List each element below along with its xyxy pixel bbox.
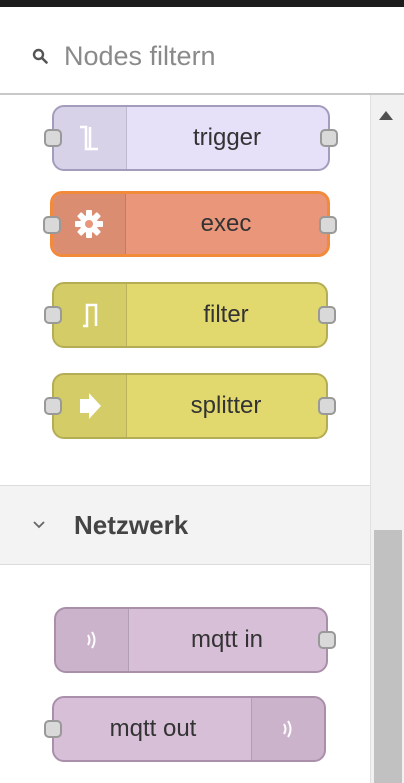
palette-node-filter[interactable]: filter bbox=[44, 282, 336, 348]
arrow-right-icon bbox=[54, 375, 127, 437]
input-port bbox=[43, 216, 61, 234]
scrollbar-thumb[interactable] bbox=[374, 530, 402, 783]
trigger-icon bbox=[54, 107, 127, 169]
filter-bar bbox=[0, 7, 404, 95]
palette-node-mqtt-in[interactable]: mqtt in bbox=[54, 607, 336, 673]
bridge-icon bbox=[56, 609, 129, 671]
top-border bbox=[0, 0, 404, 7]
gear-icon bbox=[53, 194, 126, 254]
input-port bbox=[44, 397, 62, 415]
palette-frame: trigger bbox=[0, 0, 404, 783]
output-port bbox=[318, 306, 336, 324]
search-icon bbox=[32, 48, 48, 64]
palette-node-splitter[interactable]: splitter bbox=[44, 373, 336, 439]
output-port bbox=[318, 397, 336, 415]
nodes-filter-input[interactable] bbox=[64, 39, 364, 73]
input-port bbox=[44, 720, 62, 738]
palette-node-trigger[interactable]: trigger bbox=[44, 105, 338, 171]
node-palette: trigger exec filter splitter Netzwerk mq… bbox=[0, 95, 370, 783]
output-port bbox=[320, 129, 338, 147]
filter-icon bbox=[54, 284, 127, 346]
palette-node-mqtt-out[interactable]: mqtt out bbox=[44, 696, 326, 762]
node-label: filter bbox=[203, 301, 249, 328]
input-port bbox=[44, 306, 62, 324]
node-label: mqtt in bbox=[190, 626, 264, 653]
output-port bbox=[318, 631, 336, 649]
netzwerk-category-content: mqtt in mqtt out bbox=[0, 565, 370, 783]
bridge-icon bbox=[251, 698, 324, 760]
chevron-down-icon bbox=[33, 521, 45, 529]
node-label: mqtt out bbox=[109, 715, 197, 742]
node-label: exec bbox=[200, 210, 252, 237]
input-port bbox=[44, 129, 62, 147]
function-category-content: trigger exec filter splitter bbox=[0, 95, 370, 485]
node-label: trigger bbox=[192, 124, 262, 151]
palette-scrollbar[interactable] bbox=[370, 95, 404, 783]
node-label: splitter bbox=[190, 392, 262, 419]
category-header-netzwerk[interactable]: Netzwerk bbox=[0, 485, 370, 565]
palette-node-exec[interactable]: exec bbox=[43, 191, 337, 257]
category-title: Netzwerk bbox=[74, 510, 189, 540]
output-port bbox=[319, 216, 337, 234]
scroll-up-arrow-icon[interactable] bbox=[379, 111, 393, 120]
